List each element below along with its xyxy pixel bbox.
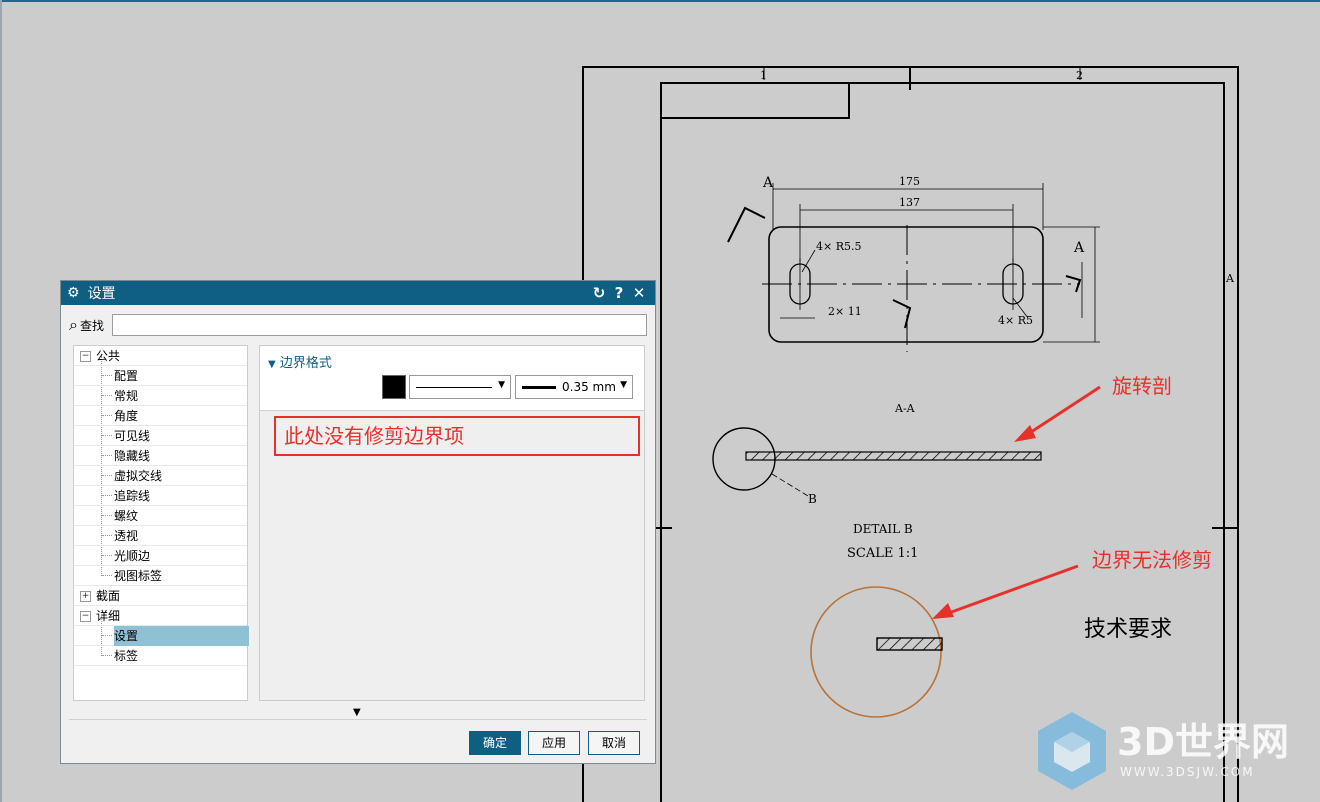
apply-button[interactable]: 应用 — [528, 731, 580, 755]
section-bar — [745, 451, 1042, 461]
dim-137: 137 — [899, 196, 920, 209]
binoculars-icon: ⌕ — [69, 315, 78, 334]
tree-item-section[interactable]: + 截面 — [74, 586, 247, 606]
tree-item-general[interactable]: 常规 — [74, 386, 247, 406]
section-view-label: A-A — [894, 402, 916, 415]
section-header[interactable]: ▼ 边界格式 — [268, 352, 332, 371]
red-arrow-1 — [1024, 385, 1101, 438]
chevron-down-icon: ▼ — [620, 380, 627, 390]
detail-letter: B — [808, 492, 817, 506]
dim-175: 175 — [899, 175, 920, 188]
collapse-icon[interactable]: − — [80, 351, 91, 362]
search-input[interactable] — [111, 314, 647, 336]
tree-item-perspective[interactable]: 透视 — [74, 526, 247, 546]
section-letter-right: A — [1073, 240, 1085, 256]
collapse-icon[interactable]: − — [80, 611, 91, 622]
section-letter-left: A — [762, 175, 774, 191]
title-tab — [661, 83, 850, 119]
tree-item-config[interactable]: 配置 — [74, 366, 247, 386]
thick-line-icon — [522, 386, 556, 389]
close-icon[interactable]: ✕ — [629, 284, 649, 302]
tree-item-trace-lines[interactable]: 追踪线 — [74, 486, 247, 506]
tree-item-angle[interactable]: 角度 — [74, 406, 247, 426]
search-label: 查找 — [79, 318, 104, 333]
help-icon[interactable]: ? — [609, 284, 629, 302]
tree-item-view-label[interactable]: 视图标签 — [74, 566, 247, 586]
cancel-button[interactable]: 取消 — [588, 731, 640, 755]
detail-label: DETAIL B — [853, 522, 913, 536]
more-options-icon[interactable]: ▼ — [353, 707, 361, 718]
search-row: ⌕ 查找 — [69, 313, 647, 337]
annotation-label-1: 旋转剖 — [1112, 374, 1172, 398]
red-arrowhead-2 — [932, 603, 954, 619]
sheet-inner-frame — [660, 82, 1225, 802]
scale-label: SCALE 1:1 — [847, 546, 918, 561]
tree-item-detail[interactable]: − 详细 — [74, 606, 247, 626]
dialog-titlebar[interactable]: ⚙ 设置 ↻ ? ✕ — [61, 281, 655, 305]
watermark-url: WWW.3DSJW.COM — [1120, 765, 1255, 779]
tree-item-thread[interactable]: 螺纹 — [74, 506, 247, 526]
annotation-note-box: 此处没有修剪边界项 — [274, 416, 640, 456]
watermark-logo-icon — [1038, 712, 1106, 790]
watermark-brand: 3D世界网 — [1117, 720, 1289, 764]
line-style-dropdown[interactable]: ▼ — [409, 375, 511, 399]
border-format-section: ▼ 边界格式 ▼ 0.35 mm ▼ — [260, 346, 644, 411]
line-width-dropdown[interactable]: 0.35 mm ▼ — [515, 375, 633, 399]
ok-button[interactable]: 确定 — [469, 731, 521, 755]
section-title: 边界格式 — [279, 356, 332, 371]
triangle-down-icon: ▼ — [268, 359, 276, 370]
settings-panel: ▼ 边界格式 ▼ 0.35 mm ▼ 此处没有修剪边界项 — [259, 345, 645, 701]
chevron-down-icon: ▼ — [498, 380, 505, 390]
zone-label-2: 2 — [1076, 69, 1083, 82]
tree-item-hidden-lines[interactable]: 隐藏线 — [74, 446, 247, 466]
expand-icon[interactable]: + — [80, 591, 91, 602]
tree-item-settings[interactable]: 设置 — [74, 626, 249, 646]
settings-dialog: ⚙ 设置 ↻ ? ✕ ⌕ 查找 − 公共 配置 常规 角度 可见线 隐藏线 虚拟交… — [60, 280, 656, 764]
note-slot2: 4× R5 — [998, 314, 1033, 327]
annotation-label-2: 边界无法修剪 — [1092, 548, 1212, 572]
tree-item-label[interactable]: 标签 — [74, 646, 247, 666]
gear-icon: ⚙ — [67, 285, 80, 301]
detail-leader — [771, 473, 809, 497]
tree-item-common[interactable]: − 公共 — [74, 346, 247, 366]
line-width-value: 0.35 mm — [562, 380, 616, 394]
tree-item-visible-lines[interactable]: 可见线 — [74, 426, 247, 446]
red-arrowhead-1 — [1014, 425, 1036, 442]
zone-label-1: 1 — [760, 69, 767, 82]
detail-boundary-circle[interactable] — [810, 586, 942, 718]
note-2x11: 2× 11 — [828, 305, 862, 318]
zone-label-a: A — [1225, 272, 1235, 285]
solid-line-icon — [416, 387, 492, 388]
tree-item-smooth-edges[interactable]: 光顺边 — [74, 546, 247, 566]
reset-icon[interactable]: ↻ — [589, 284, 609, 302]
red-arrow-2 — [945, 564, 1079, 616]
button-separator — [69, 719, 647, 720]
tech-requirements: 技术要求 — [1084, 617, 1172, 642]
border-color-swatch[interactable] — [382, 375, 406, 399]
dialog-title: 设置 — [87, 286, 116, 302]
detail-hatch-bar — [876, 637, 943, 651]
settings-tree: − 公共 配置 常规 角度 可见线 隐藏线 虚拟交线 追踪线 螺纹 透视 光顺边 … — [73, 345, 249, 701]
tree-item-virtual-intersection[interactable]: 虚拟交线 — [74, 466, 247, 486]
section-arrow-left — [727, 206, 766, 243]
note-slot1: 4× R5.5 — [816, 240, 862, 253]
